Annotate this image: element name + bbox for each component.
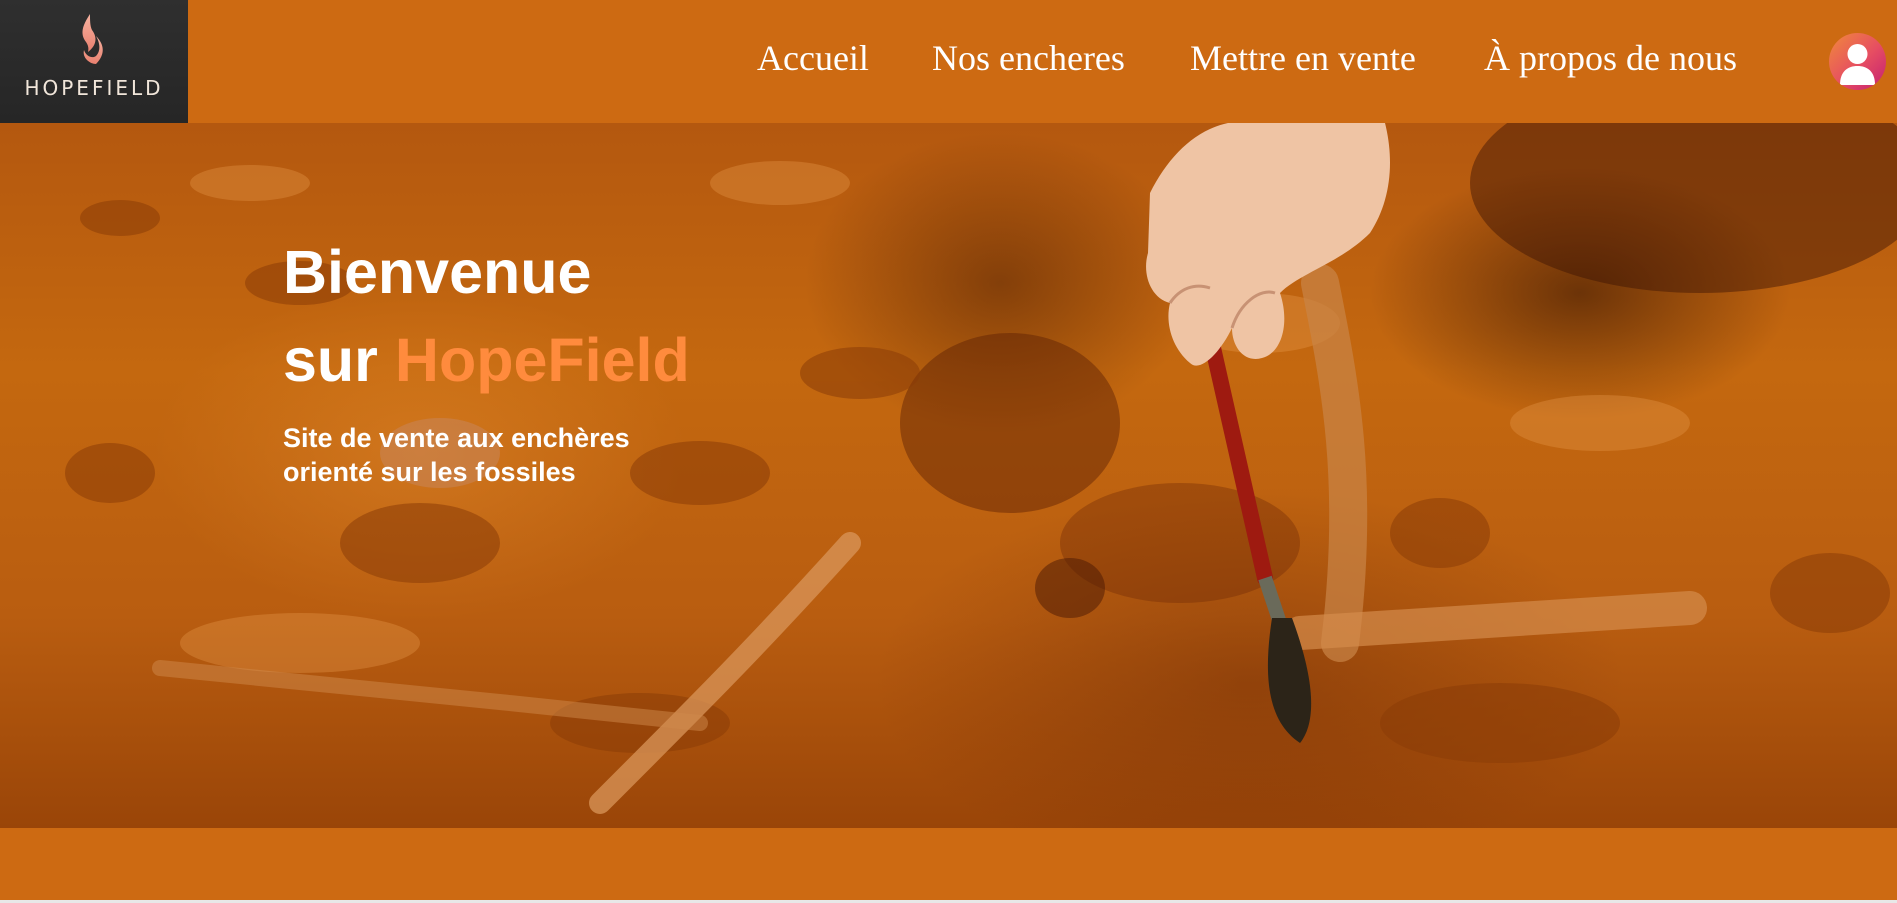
user-icon bbox=[1840, 44, 1875, 85]
site-header: HOPEFIELD Accueil Nos encheres Mettre en… bbox=[0, 0, 1897, 123]
hero-subtitle-line1: Site de vente aux enchères bbox=[283, 423, 630, 453]
hero-title-brand: HopeField bbox=[394, 326, 690, 394]
user-account-button[interactable] bbox=[1829, 33, 1886, 90]
hero-banner: Bienvenue sur HopeField Site de vente au… bbox=[0, 123, 1897, 828]
footer-band bbox=[0, 828, 1897, 900]
hero-subtitle-line2: orienté sur les fossiles bbox=[283, 457, 576, 487]
hero-title-line1: Bienvenue bbox=[283, 238, 592, 306]
hero-title: Bienvenue sur HopeField bbox=[283, 228, 690, 404]
hero-subtitle: Site de vente aux enchères orienté sur l… bbox=[283, 421, 803, 489]
site-logo[interactable]: HOPEFIELD bbox=[0, 0, 188, 123]
nav-mettre-en-vente[interactable]: Mettre en vente bbox=[1190, 34, 1416, 82]
nav-accueil[interactable]: Accueil bbox=[757, 34, 869, 82]
hero-title-prefix: sur bbox=[283, 326, 378, 394]
flame-icon bbox=[82, 14, 103, 64]
logo-text: HOPEFIELD bbox=[24, 76, 164, 100]
nav-nos-encheres[interactable]: Nos encheres bbox=[932, 34, 1125, 82]
nav-a-propos[interactable]: À propos de nous bbox=[1484, 34, 1737, 82]
